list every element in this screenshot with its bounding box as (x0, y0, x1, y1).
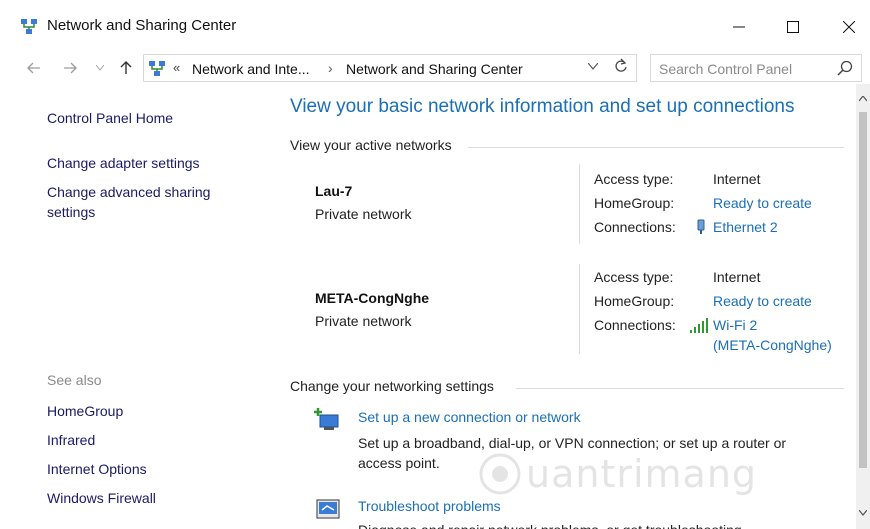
network-name: META-CongNghe (315, 290, 430, 306)
homegroup-link[interactable]: Ready to create (713, 195, 812, 211)
network-center-icon (21, 19, 37, 34)
page-title: View your basic network information and … (290, 96, 795, 117)
chevron-down-icon (96, 65, 104, 71)
minimize-icon (733, 26, 745, 28)
address-dropdown-button[interactable] (587, 59, 599, 73)
up-arrow-icon (120, 61, 132, 74)
connections-label: Connections: (594, 219, 676, 235)
access-type-label: Access type: (594, 269, 674, 285)
section-divider (516, 388, 844, 389)
sidebar-link-homegroup[interactable]: HomeGroup (47, 401, 123, 421)
active-networks-heading: View your active networks (290, 137, 452, 153)
access-type-value: Internet (713, 171, 761, 187)
recent-locations-button[interactable] (88, 56, 112, 80)
troubleshoot-link[interactable]: Troubleshoot problems (358, 498, 501, 514)
address-bar[interactable]: « Network and Inte... › Network and Shar… (143, 54, 637, 82)
breadcrumb-network-and-sharing-center[interactable]: Network and Sharing Center (346, 61, 523, 77)
up-button[interactable] (114, 56, 138, 80)
network-name: Lau-7 (315, 183, 353, 199)
close-button[interactable] (826, 10, 870, 44)
network-type: Private network (315, 313, 412, 329)
sidebar-link-change-adapter-settings[interactable]: Change adapter settings (47, 153, 200, 173)
back-arrow-icon (27, 62, 40, 74)
wifi-signal-icon (690, 318, 708, 333)
sidebar-link-windows-firewall[interactable]: Windows Firewall (47, 488, 156, 508)
see-also-heading: See also (47, 372, 102, 388)
new-connection-icon (314, 408, 339, 430)
homegroup-link[interactable]: Ready to create (713, 293, 812, 309)
title-bar: Network and Sharing Center (0, 0, 870, 52)
chevron-down-icon (858, 509, 868, 516)
forward-button[interactable] (58, 56, 82, 80)
sidebar-link-infrared[interactable]: Infrared (47, 430, 95, 450)
connection-link-wifi-ssid[interactable]: (META-CongNghe) (713, 337, 832, 353)
back-button[interactable] (22, 56, 46, 80)
chevron-up-icon (858, 95, 868, 102)
network-divider (579, 264, 580, 354)
breadcrumb-overflow[interactable]: « (173, 60, 180, 75)
change-settings-heading: Change your networking settings (290, 378, 494, 394)
search-input[interactable] (659, 59, 829, 79)
vertical-scrollbar[interactable] (856, 84, 870, 529)
troubleshoot-icon (316, 499, 340, 519)
troubleshoot-description: Diagnose and repair network problems, or… (358, 520, 828, 529)
network-type: Private network (315, 206, 412, 222)
close-icon (843, 21, 855, 33)
network-divider (579, 164, 580, 244)
scroll-down-button[interactable] (858, 508, 868, 518)
connections-label: Connections: (594, 317, 676, 333)
chevron-down-icon (587, 62, 599, 70)
setup-connection-description: Set up a broadband, dial-up, or VPN conn… (358, 435, 787, 471)
forward-arrow-icon (64, 62, 77, 74)
network-center-icon (149, 61, 165, 76)
breadcrumb-network-and-internet[interactable]: Network and Inte... (192, 61, 310, 77)
main-content: View your basic network information and … (270, 84, 856, 529)
minimize-button[interactable] (716, 10, 762, 44)
maximize-icon (787, 21, 799, 33)
connection-link-ethernet[interactable]: Ethernet 2 (713, 219, 778, 235)
sidebar-link-internet-options[interactable]: Internet Options (47, 459, 147, 479)
homegroup-label: HomeGroup: (594, 293, 675, 309)
connection-link-wifi[interactable]: Wi-Fi 2 (713, 317, 757, 333)
sidebar-link-control-panel-home[interactable]: Control Panel Home (47, 108, 173, 128)
scrollbar-thumb[interactable] (859, 112, 867, 468)
refresh-icon (615, 58, 627, 72)
search-box[interactable] (650, 54, 862, 82)
breadcrumb-separator[interactable]: › (328, 60, 333, 76)
setup-connection-link[interactable]: Set up a new connection or network (358, 409, 581, 425)
refresh-button[interactable] (614, 58, 628, 78)
homegroup-label: HomeGroup: (594, 195, 675, 211)
navigation-bar: « Network and Inte... › Network and Shar… (0, 52, 870, 84)
search-icon[interactable] (837, 60, 853, 76)
ethernet-icon (697, 219, 705, 234)
maximize-button[interactable] (770, 10, 816, 44)
section-divider (468, 147, 844, 148)
scroll-up-button[interactable] (858, 94, 868, 104)
sidebar-link-change-advanced-sharing[interactable]: Change advanced sharing settings (47, 182, 237, 222)
sidebar: Control Panel Home Change adapter settin… (0, 84, 270, 529)
window-title: Network and Sharing Center (47, 17, 237, 34)
access-type-label: Access type: (594, 171, 674, 187)
access-type-value: Internet (713, 269, 761, 285)
